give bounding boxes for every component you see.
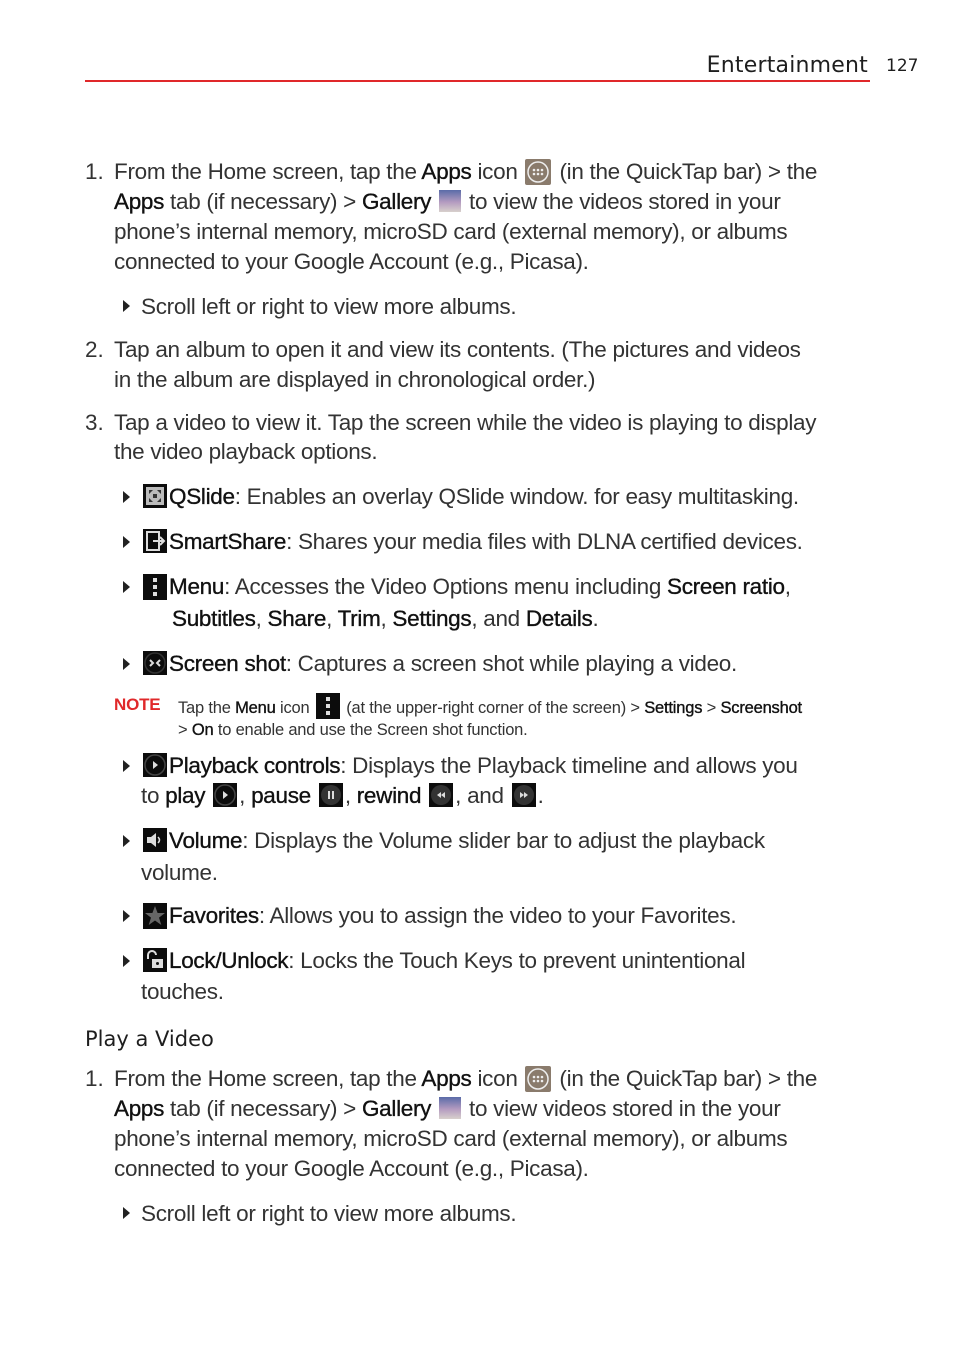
smartshare-icon [143,529,167,553]
step-3-line-2: the video playback options. [114,439,378,464]
section-heading: Play a Video [85,1027,214,1051]
option-lock-unlock-cont: touches. [141,979,224,1004]
pause-icon [318,783,343,807]
play-step-line-2: Apps tab (if necessary) > Gallery to vie… [114,1096,781,1121]
option-smartshare: SmartShare: Shares your media files with… [141,527,803,557]
note-line-1: Tap the Menu icon (at the upper-right co… [178,693,802,721]
note-line-2: > On to enable and use the Screen shot f… [178,721,528,739]
menu-icon [143,574,167,600]
bullet-arrow-icon [123,300,130,312]
step-number: 1. [85,1066,104,1091]
qslide-icon [143,484,167,508]
header-divider [85,80,870,82]
play-icon [213,783,238,807]
option-lock-unlock: Lock/Unlock: Locks the Touch Keys to pre… [141,946,746,976]
bullet-arrow-icon [123,581,130,593]
option-playback-controls-line-2: to play , pause , rewind , and . [141,783,544,808]
bullet-arrow-icon [123,760,130,772]
option-menu-items: Subtitles, Share, Trim, Settings, and De… [172,606,599,631]
step-2-line-2: in the album are displayed in chronologi… [114,367,596,392]
play-step-line-3: phone’s internal memory, microSD card (e… [114,1126,788,1151]
screenshot-icon [143,651,167,675]
option-menu: Menu: Accesses the Video Options menu in… [141,572,791,602]
bullet-arrow-icon [123,491,130,503]
step-2-line-1: Tap an album to open it and view its con… [114,337,801,362]
rewind-icon [429,783,454,807]
section-title: Entertainment [706,53,868,78]
option-playback-controls: Playback controls: Displays the Playback… [141,751,798,781]
play-icon [143,753,167,777]
unlock-icon [143,948,167,972]
apps-icon [525,1066,552,1092]
step-3-line-1: Tap a video to view it. Tap the screen w… [114,410,817,435]
option-qslide: QSlide: Enables an overlay QSlide window… [141,482,799,512]
step-1-line-1: From the Home screen, tap the Apps icon … [114,159,818,185]
star-icon [143,903,167,929]
play-step-bullet: Scroll left or right to view more albums… [141,1201,517,1226]
bullet-arrow-icon [123,536,130,548]
step-number: 1. [85,159,104,184]
option-screenshot: Screen shot: Captures a screen shot whil… [141,649,737,679]
bullet-arrow-icon [123,658,130,670]
step-1-bullet: Scroll left or right to view more albums… [141,294,517,319]
menu-icon [315,693,340,719]
bullet-arrow-icon [123,835,130,847]
step-1-line-4: connected to your Google Account (e.g., … [114,249,589,274]
bullet-arrow-icon [123,955,130,967]
step-number: 2. [85,337,104,362]
play-step-line-4: connected to your Google Account (e.g., … [114,1156,589,1181]
step-1-line-3: phone’s internal memory, microSD card (e… [114,219,788,244]
play-step-line-1: From the Home screen, tap the Apps icon … [114,1066,818,1092]
page-number: 127 [886,56,919,76]
note-label: NOTE [114,695,161,714]
volume-icon [143,828,167,852]
option-favorites: Favorites: Allows you to assign the vide… [141,901,737,931]
gallery-icon [439,1097,462,1119]
gallery-icon [439,190,462,212]
bullet-arrow-icon [123,1207,130,1219]
option-volume-cont: volume. [141,860,218,885]
step-1-line-2: Apps tab (if necessary) > Gallery to vie… [114,189,781,214]
option-volume: Volume: Displays the Volume slider bar t… [141,826,765,856]
apps-icon [525,159,552,185]
bullet-arrow-icon [123,910,130,922]
fast-forward-icon [511,783,536,807]
step-number: 3. [85,410,104,435]
